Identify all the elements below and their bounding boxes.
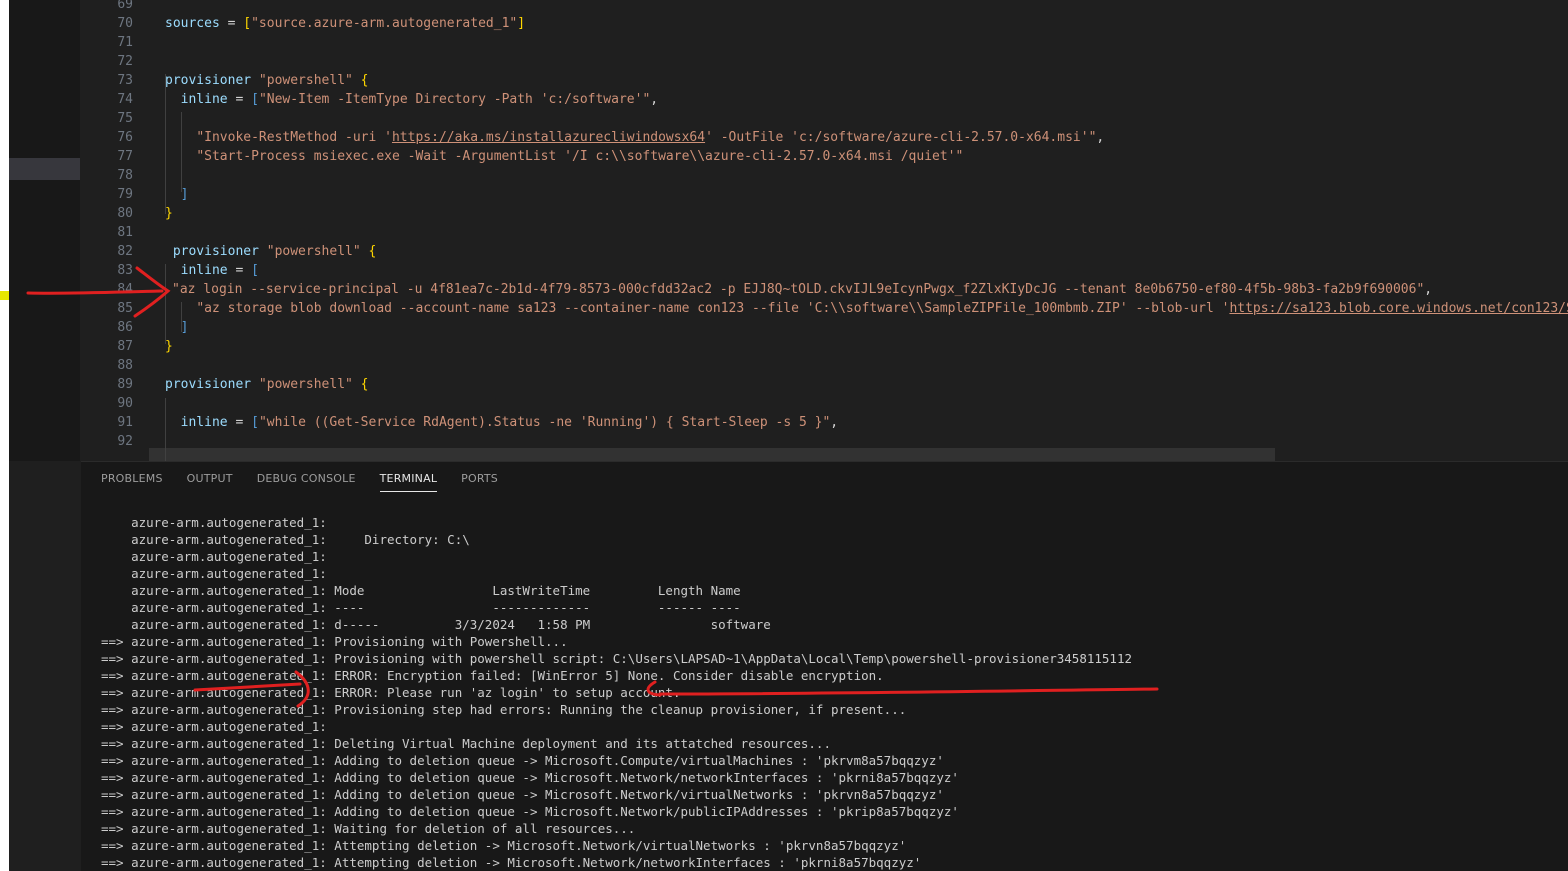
line-number: 78 — [117, 168, 133, 183]
terminal-line: ==> azure-arm.autogenerated_1: ERROR: En… — [101, 668, 884, 683]
terminal-line: ==> azure-arm.autogenerated_1: Attemptin… — [101, 838, 907, 853]
terminal-line: azure-arm.autogenerated_1: Directory: C:… — [101, 532, 470, 547]
line-number: 91 — [117, 415, 133, 430]
sidebar-highlight — [9, 158, 80, 180]
line-number: 82 — [117, 244, 133, 259]
terminal-line: ==> azure-arm.autogenerated_1: Provision… — [101, 702, 907, 717]
terminal-line: azure-arm.autogenerated_1: — [101, 515, 327, 530]
yellow-margin-marker — [0, 291, 9, 300]
terminal-line: azure-arm.autogenerated_1: — [101, 566, 327, 581]
terminal-line: azure-arm.autogenerated_1: — [101, 549, 327, 564]
code-line[interactable]: provisioner "powershell" { — [165, 242, 377, 261]
terminal-line: ==> azure-arm.autogenerated_1: Waiting f… — [101, 821, 636, 836]
code-line[interactable]: "az login --service-principal -u 4f81ea7… — [172, 280, 1432, 299]
code-line[interactable]: inline = ["New-Item -ItemType Directory … — [165, 90, 658, 109]
line-number: 75 — [117, 111, 133, 126]
terminal-line: ==> azure-arm.autogenerated_1: — [101, 719, 327, 734]
line-number: 74 — [117, 92, 133, 107]
vscode-window: 69 70 71 72 73 74 75 76 77 78 79 80 81 82 83 84 85 86 87 88… — [9, 0, 1568, 871]
terminal-line: ==> azure-arm.autogenerated_1: Adding to… — [101, 770, 959, 785]
terminal-line: ==> azure-arm.autogenerated_1: Adding to… — [101, 753, 944, 768]
tab-problems[interactable]: PROBLEMS — [101, 472, 163, 492]
horizontal-scrollbar[interactable] — [149, 448, 1275, 461]
code-line[interactable]: "az storage blob download --account-name… — [165, 299, 1568, 318]
line-number: 72 — [117, 54, 133, 69]
line-number: 69 — [117, 0, 133, 12]
line-number: 81 — [117, 225, 133, 240]
line-number: 83 — [117, 263, 133, 278]
line-number: 70 — [117, 16, 133, 31]
tab-debug-console[interactable]: DEBUG CONSOLE — [257, 472, 356, 492]
line-number: 79 — [117, 187, 133, 202]
indent-guide — [165, 74, 166, 214]
line-number: 90 — [117, 396, 133, 411]
tab-output[interactable]: OUTPUT — [187, 472, 233, 492]
terminal-line: ==> azure-arm.autogenerated_1: ERROR: Pl… — [101, 685, 681, 700]
bottom-panel: PROBLEMS OUTPUT DEBUG CONSOLE TERMINAL PORTS… — [81, 461, 1568, 871]
terminal-line: ==> azure-arm.autogenerated_1: Provision… — [101, 634, 568, 649]
line-number: 71 — [117, 35, 133, 50]
code-line[interactable]: inline = [ — [165, 261, 259, 280]
line-number: 92 — [117, 434, 133, 449]
code-line[interactable]: } — [165, 204, 173, 223]
line-number: 84 — [117, 282, 133, 297]
terminal-line: ==> azure-arm.autogenerated_1: Deleting … — [101, 736, 831, 751]
code-editor[interactable]: 69 70 71 72 73 74 75 76 77 78 79 80 81 82 83 84 85 86 87 88… — [81, 0, 1568, 461]
terminal-line: ==> azure-arm.autogenerated_1: Attemptin… — [101, 855, 922, 870]
code-line[interactable]: } — [165, 337, 173, 356]
indent-guide — [165, 264, 166, 344]
left-sidebar-strip — [9, 0, 80, 461]
tab-terminal[interactable]: TERMINAL — [379, 472, 438, 492]
tab-ports[interactable]: PORTS — [461, 472, 498, 492]
indent-guide — [181, 302, 182, 332]
terminal-line: ==> azure-arm.autogenerated_1: Adding to… — [101, 787, 944, 802]
terminal-line: azure-arm.autogenerated_1: Mode LastWrit… — [101, 583, 741, 598]
line-number: 76 — [117, 130, 133, 145]
terminal-output[interactable]: azure-arm.autogenerated_1: azure-arm.aut… — [101, 514, 1132, 871]
line-number: 80 — [117, 206, 133, 221]
line-number: 88 — [117, 358, 133, 373]
terminal-line: azure-arm.autogenerated_1: d----- 3/3/20… — [101, 617, 771, 632]
code-line[interactable]: "Start-Process msiexec.exe -Wait -Argume… — [165, 147, 963, 166]
code-line[interactable]: "Invoke-RestMethod -uri 'https://aka.ms/… — [165, 128, 1104, 147]
code-line[interactable]: sources = ["source.azure-arm.autogenerat… — [165, 14, 525, 33]
code-line[interactable]: provisioner "powershell" { — [165, 71, 369, 90]
terminal-line: azure-arm.autogenerated_1: ---- --------… — [101, 600, 741, 615]
line-number: 89 — [117, 377, 133, 392]
code-line[interactable]: ] — [165, 185, 189, 204]
line-number: 77 — [117, 149, 133, 164]
panel-tabs: PROBLEMS OUTPUT DEBUG CONSOLE TERMINAL PORTS — [101, 472, 498, 492]
terminal-line: ==> azure-arm.autogenerated_1: Adding to… — [101, 804, 959, 819]
line-number: 85 — [117, 301, 133, 316]
code-line[interactable]: inline = ["while ((Get-Service RdAgent).… — [165, 413, 838, 432]
terminal-line: ==> azure-arm.autogenerated_1: Provision… — [101, 651, 1133, 666]
line-number: 86 — [117, 320, 133, 335]
code-line[interactable]: provisioner "powershell" { — [165, 375, 369, 394]
line-number: 73 — [117, 73, 133, 88]
indent-guide — [181, 112, 182, 192]
line-number: 87 — [117, 339, 133, 354]
code-line[interactable]: ] — [165, 318, 189, 337]
